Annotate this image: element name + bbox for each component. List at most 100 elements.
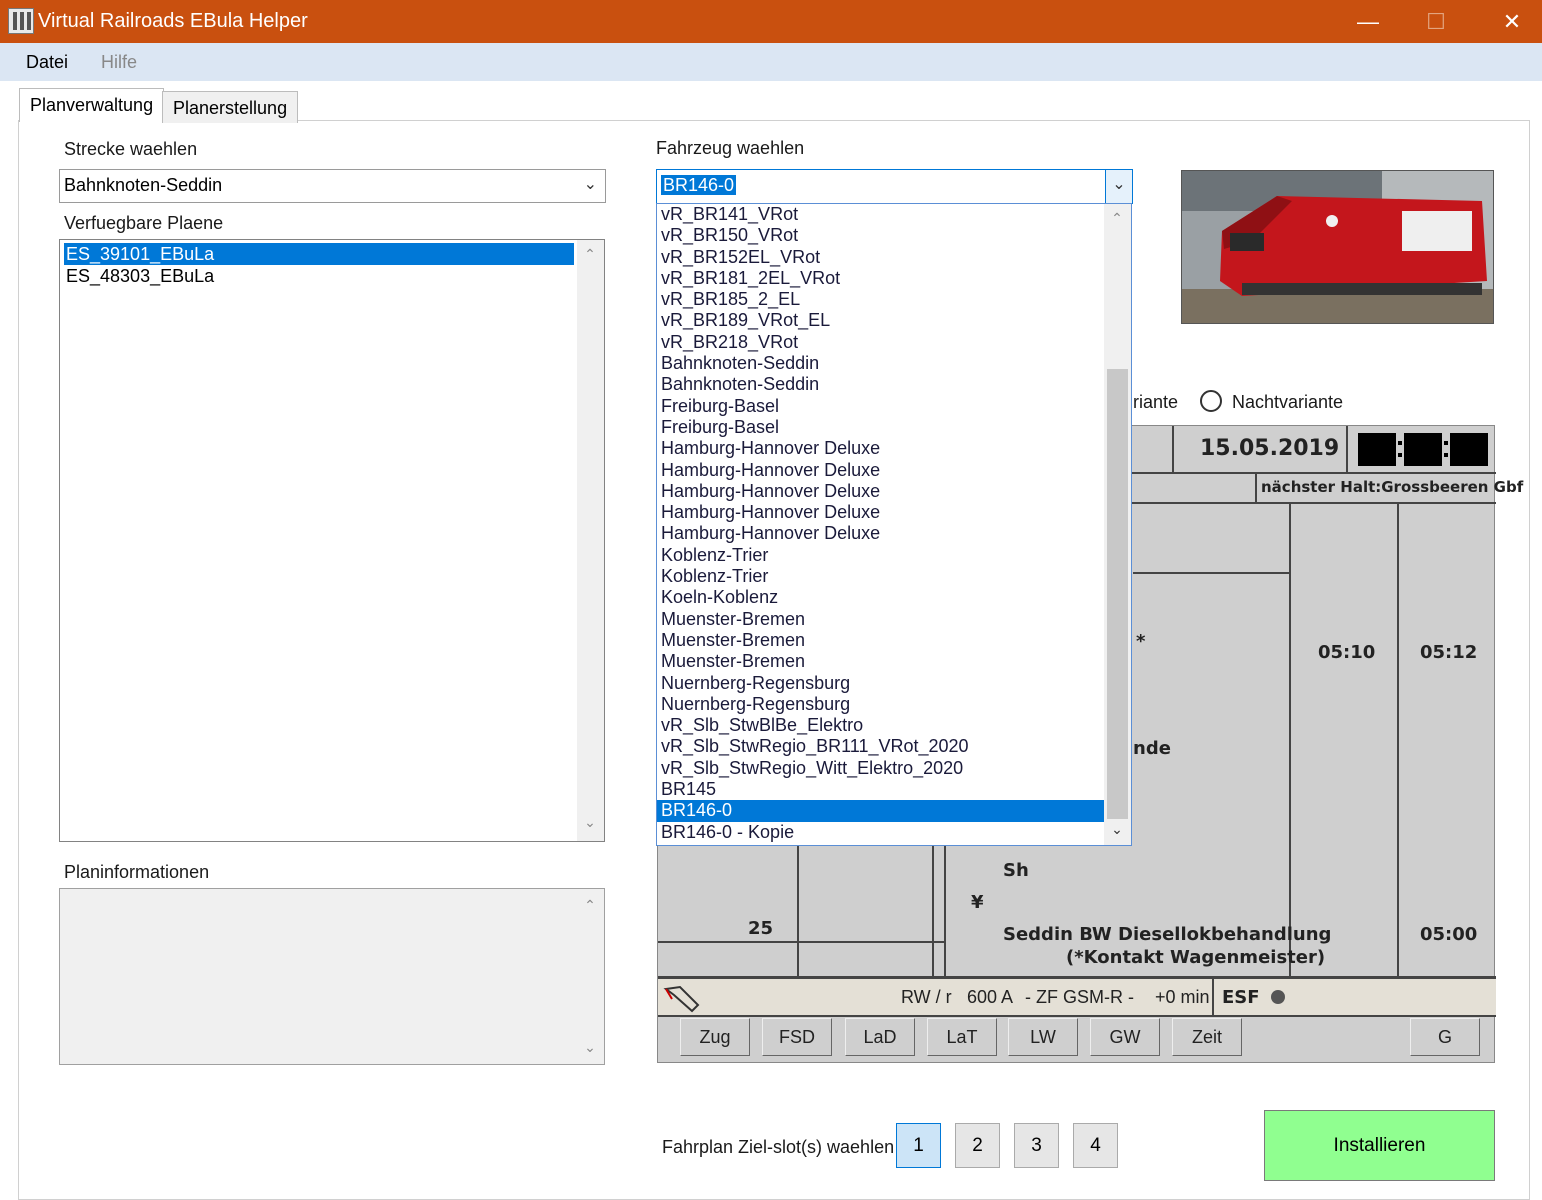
esf-label: ESF — [1222, 987, 1260, 1008]
key-lw[interactable]: LW — [1008, 1018, 1078, 1056]
vehicle-preview-image — [1181, 170, 1494, 324]
dropdown-option[interactable]: Koeln-Koblenz — [657, 587, 1104, 608]
dropdown-scrollbar[interactable]: ⌃ ⌄ — [1104, 204, 1131, 845]
strecke-value: Bahnknoten-Seddin — [64, 175, 223, 195]
dropdown-option[interactable]: vR_Slb_StwRegio_BR111_VRot_2020 — [657, 736, 1104, 757]
scroll-down-icon[interactable]: ⌄ — [582, 814, 598, 831]
scroll-down-icon[interactable]: ⌄ — [582, 1039, 598, 1056]
dropdown-option[interactable]: Nuernberg-Regensburg — [657, 694, 1104, 715]
key-gw[interactable]: GW — [1090, 1018, 1160, 1056]
key-lat[interactable]: LaT — [927, 1018, 997, 1056]
status-ampere: 600 A — [967, 987, 1014, 1007]
scroll-up-icon[interactable]: ⌃ — [1109, 210, 1125, 227]
variante-tag-label: riante — [1133, 392, 1179, 412]
signal-sh: Sh — [1003, 860, 1029, 881]
km-value: 25 — [748, 918, 774, 939]
station-name: Seddin BW Diesellokbehandlung — [1003, 924, 1332, 945]
dropdown-option[interactable]: Freiburg-Basel — [657, 417, 1104, 438]
next-stop: nächster Halt:Grossbeeren Gbf — [1261, 478, 1524, 496]
fahrzeug-label: Fahrzeug waehlen — [656, 138, 805, 158]
list-item[interactable]: ES_39101_EBuLa — [64, 243, 574, 265]
dropdown-option[interactable]: vR_BR218_VRot — [657, 332, 1104, 353]
dropdown-option[interactable]: Nuernberg-Regensburg — [657, 673, 1104, 694]
menu-bar — [0, 43, 1542, 81]
esf-indicator-icon — [1271, 990, 1285, 1004]
scroll-up-icon[interactable]: ⌃ — [582, 897, 598, 914]
strecke-combobox[interactable]: Bahnknoten-Seddin ⌄ — [59, 169, 606, 203]
dropdown-option[interactable]: Bahnknoten-Seddin — [657, 353, 1104, 374]
dropdown-option[interactable]: vR_BR152EL_VRot — [657, 247, 1104, 268]
chevron-down-icon: ⌄ — [583, 176, 597, 193]
station-time: 05:00 — [1420, 924, 1478, 945]
plaene-scrollbar[interactable]: ⌃ ⌄ — [577, 240, 604, 841]
locomotive-image — [1182, 171, 1493, 323]
app-icon — [8, 8, 34, 34]
key-lad[interactable]: LaD — [845, 1018, 915, 1056]
slot-4-button[interactable]: 4 — [1073, 1123, 1118, 1168]
dropdown-option[interactable]: Koblenz-Trier — [657, 566, 1104, 587]
maximize-button[interactable]: ☐ — [1413, 0, 1459, 43]
dropdown-option[interactable]: Muenster-Bremen — [657, 630, 1104, 651]
nachtvariante-label[interactable]: Nachtvariante — [1232, 392, 1343, 413]
slot-1-button[interactable]: 1 — [896, 1123, 941, 1168]
dropdown-option[interactable]: vR_BR189_VRot_EL — [657, 310, 1104, 331]
key-zeit[interactable]: Zeit — [1172, 1018, 1242, 1056]
slots-label: Fahrplan Ziel-slot(s) waehlen — [662, 1137, 895, 1157]
list-item[interactable]: ES_48303_EBuLa — [64, 265, 574, 287]
status-zf: - ZF GSM-R - — [1025, 987, 1134, 1007]
scrollbar-thumb[interactable] — [1107, 369, 1128, 819]
dropdown-option[interactable]: vR_BR150_VRot — [657, 225, 1104, 246]
dropdown-option[interactable]: BR146-0 — [657, 800, 1104, 822]
planinfo-textbox[interactable]: ⌃ ⌄ — [59, 888, 605, 1065]
ebula-clock — [1358, 433, 1488, 466]
dropdown-option[interactable]: Hamburg-Hannover Deluxe — [657, 460, 1104, 481]
menu-hilfe[interactable]: Hilfe — [101, 52, 137, 73]
menu-datei[interactable]: Datei — [26, 52, 68, 73]
slot-3-button[interactable]: 3 — [1014, 1123, 1059, 1168]
scroll-down-icon[interactable]: ⌄ — [1109, 821, 1125, 838]
dropdown-option[interactable]: vR_BR141_VRot — [657, 204, 1104, 225]
tab-planerstellung[interactable]: Planerstellung — [162, 91, 299, 123]
arrival-time: 05:10 — [1318, 642, 1376, 663]
dropdown-option[interactable]: Hamburg-Hannover Deluxe — [657, 438, 1104, 459]
station-note: (*Kontakt Wagenmeister) — [1066, 947, 1326, 968]
departure-time: 05:12 — [1420, 642, 1478, 663]
status-rw: RW / r — [901, 987, 952, 1007]
fahrzeug-value: BR146-0 — [661, 175, 737, 195]
dropdown-option[interactable]: BR146-0 - Kopie — [657, 822, 1104, 843]
strecke-label: Strecke waehlen — [64, 139, 198, 159]
dropdown-option[interactable]: Freiburg-Basel — [657, 396, 1104, 417]
key-zug[interactable]: Zug — [680, 1018, 750, 1056]
dropdown-option[interactable]: Koblenz-Trier — [657, 545, 1104, 566]
chevron-down-icon[interactable]: ⌄ — [1105, 170, 1132, 203]
dropdown-option[interactable]: BR145 — [657, 779, 1104, 800]
dropdown-option[interactable]: Muenster-Bremen — [657, 651, 1104, 672]
dropdown-option[interactable]: vR_BR185_2_EL — [657, 289, 1104, 310]
dropdown-option[interactable]: vR_Slb_StwBlBe_Elektro — [657, 715, 1104, 736]
dropdown-option[interactable]: Hamburg-Hannover Deluxe — [657, 502, 1104, 523]
tab-planverwaltung[interactable]: Planverwaltung — [19, 88, 165, 122]
minimize-button[interactable]: — — [1345, 0, 1391, 43]
key-g[interactable]: G — [1410, 1018, 1480, 1056]
dropdown-option[interactable]: Bahnknoten-Seddin — [657, 374, 1104, 395]
nachtvariante-radio[interactable] — [1200, 390, 1222, 412]
dropdown-option[interactable]: Hamburg-Hannover Deluxe — [657, 523, 1104, 544]
status-delay: +0 min — [1155, 987, 1210, 1007]
dropdown-option[interactable]: vR_BR181_2EL_VRot — [657, 268, 1104, 289]
close-button[interactable]: ✕ — [1489, 0, 1535, 43]
key-fsd[interactable]: FSD — [762, 1018, 832, 1056]
ebula-nde: nde — [1133, 738, 1171, 759]
dropdown-option[interactable]: Hamburg-Hannover Deluxe — [657, 481, 1104, 502]
fahrzeug-dropdown-list[interactable]: vR_BR141_VRot vR_BR150_VRot vR_BR152EL_VRo… — [656, 203, 1132, 846]
slot-2-button[interactable]: 2 — [955, 1123, 1000, 1168]
ebula-star: * — [1136, 631, 1146, 652]
yen-symbol: ¥ — [971, 892, 984, 913]
install-button[interactable]: Installieren — [1264, 1110, 1495, 1181]
dropdown-option[interactable]: vR_Slb_StwRegio_Witt_Elektro_2020 — [657, 758, 1104, 779]
plaene-label: Verfuegbare Plaene — [64, 213, 224, 233]
plaene-listbox[interactable]: ES_39101_EBuLa ES_48303_EBuLa ⌃ ⌄ — [59, 239, 605, 842]
ebula-date: 15.05.2019 — [1200, 436, 1340, 461]
dropdown-option[interactable]: Muenster-Bremen — [657, 609, 1104, 630]
fahrzeug-combobox[interactable]: BR146-0 ⌄ — [656, 169, 1133, 204]
scroll-up-icon[interactable]: ⌃ — [582, 246, 598, 263]
